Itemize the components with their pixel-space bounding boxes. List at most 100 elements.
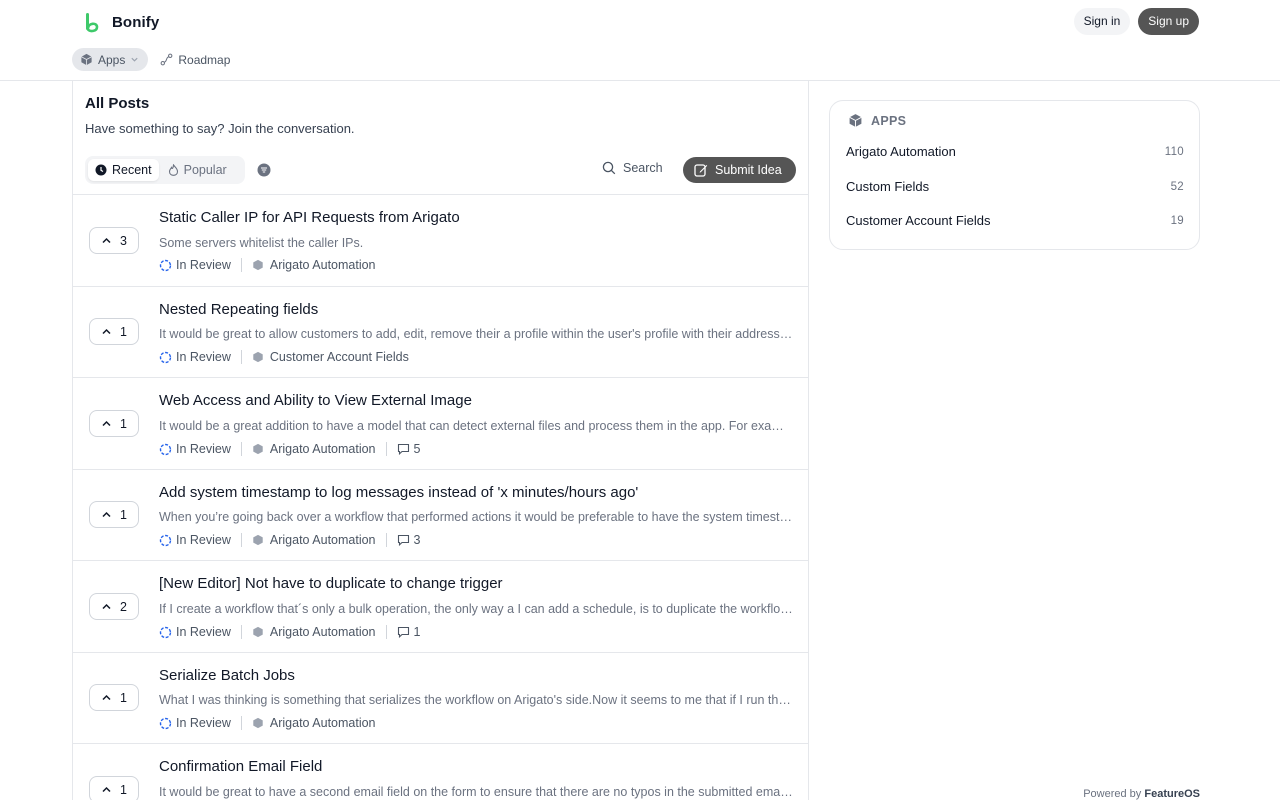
post-title[interactable]: Add system timestamp to log messages ins… — [159, 484, 638, 501]
apps-heading: APPS — [848, 113, 906, 128]
post-board[interactable]: Arigato Automation — [252, 258, 376, 272]
app-row[interactable]: Arigato Automation 110 — [846, 144, 1184, 159]
in-review-icon — [159, 534, 172, 547]
comment-icon — [397, 443, 410, 455]
upvote-button[interactable]: 2 — [89, 593, 139, 620]
post-title[interactable]: Static Caller IP for API Requests from A… — [159, 209, 460, 226]
in-review-icon — [159, 351, 172, 364]
nav-roadmap-link[interactable]: Roadmap — [152, 48, 238, 71]
sort-popular-label: Popular — [183, 163, 227, 177]
post-item[interactable]: 3 Static Caller IP for API Requests from… — [73, 195, 808, 287]
post-description: It would be a great addition to have a m… — [159, 419, 793, 433]
post-meta: In Review Arigato Automation — [159, 715, 376, 731]
post-item[interactable]: 1 Web Access and Ability to View Externa… — [73, 378, 808, 470]
bonify-logo-icon — [86, 13, 99, 33]
post-description: It would be great to have a second email… — [159, 785, 793, 799]
vote-count: 1 — [120, 507, 127, 522]
post-description: When you’re going back over a workflow t… — [159, 510, 793, 524]
powered-by-link[interactable]: Powered by FeatureOS — [1083, 788, 1200, 800]
post-board[interactable]: Customer Account Fields — [252, 350, 409, 364]
app-count: 19 — [1170, 214, 1184, 227]
posts-header: All Posts Have something to say? Join th… — [73, 81, 808, 195]
post-title[interactable]: Confirmation Email Field — [159, 758, 322, 775]
edit-icon — [694, 163, 708, 177]
post-comments[interactable]: 1 — [397, 625, 420, 639]
comment-count: 3 — [413, 533, 421, 547]
post-title[interactable]: [New Editor] Not have to duplicate to ch… — [159, 575, 503, 592]
sub-navigation: Apps Roadmap — [72, 48, 238, 71]
meta-divider — [385, 442, 387, 456]
sign-in-button[interactable]: Sign in — [1073, 8, 1131, 35]
upvote-button[interactable]: 1 — [89, 501, 139, 528]
upvote-button[interactable]: 1 — [89, 776, 139, 800]
apps-heading-label: APPS — [871, 113, 907, 128]
post-comments[interactable]: 5 — [397, 442, 421, 456]
cube-icon — [80, 53, 93, 66]
post-status: In Review — [159, 716, 231, 730]
post-item[interactable]: 1 Nested Repeating fields It would be gr… — [73, 287, 808, 378]
post-status-label: In Review — [176, 442, 231, 456]
post-board[interactable]: Arigato Automation — [252, 442, 376, 456]
sort-recent-label: Recent — [112, 163, 152, 177]
sort-popular-button[interactable]: Popular — [161, 159, 234, 181]
submit-idea-label: Submit Idea — [715, 163, 782, 177]
posts-panel: All Posts Have something to say? Join th… — [72, 81, 809, 800]
submit-idea-button[interactable]: Submit Idea — [683, 157, 796, 183]
app-name: Custom Fields — [846, 179, 930, 194]
in-review-icon — [159, 626, 172, 639]
sort-recent-button[interactable]: Recent — [88, 159, 159, 181]
brand[interactable]: Bonify — [84, 11, 159, 33]
sign-up-button[interactable]: Sign up — [1138, 8, 1199, 35]
post-status-label: In Review — [176, 533, 231, 547]
nav-apps-dropdown[interactable]: Apps — [72, 48, 149, 71]
post-board-label: Arigato Automation — [269, 442, 376, 456]
post-description: If I create a workflow that´s only a bul… — [159, 602, 793, 616]
search-label: Search — [623, 161, 663, 175]
comment-count: 5 — [413, 442, 421, 456]
meta-divider — [240, 258, 242, 272]
nav-apps-label: Apps — [98, 52, 126, 67]
post-status: In Review — [159, 350, 231, 364]
in-review-icon — [159, 259, 172, 272]
post-board[interactable]: Arigato Automation — [252, 533, 376, 547]
post-board[interactable]: Arigato Automation — [252, 625, 376, 639]
post-meta: In Review Arigato Automation 5 — [159, 441, 420, 457]
comment-icon — [397, 534, 410, 546]
cube-icon — [252, 351, 264, 363]
post-description: It would be great to allow customers to … — [159, 327, 793, 341]
chevron-up-icon — [101, 326, 112, 337]
upvote-button[interactable]: 1 — [89, 684, 139, 711]
post-title[interactable]: Nested Repeating fields — [159, 301, 318, 318]
post-title[interactable]: Web Access and Ability to View External … — [159, 392, 472, 409]
app-name: Arigato Automation — [846, 144, 956, 159]
search-button[interactable]: Search — [602, 161, 663, 175]
upvote-button[interactable]: 1 — [89, 318, 139, 345]
upvote-button[interactable]: 3 — [89, 227, 139, 254]
upvote-button[interactable]: 1 — [89, 410, 139, 437]
post-status: In Review — [159, 533, 231, 547]
app-row[interactable]: Custom Fields 52 — [846, 179, 1184, 194]
filter-icon[interactable] — [257, 163, 271, 177]
post-title[interactable]: Serialize Batch Jobs — [159, 667, 295, 684]
app-count: 110 — [1164, 145, 1184, 158]
meta-divider — [240, 625, 242, 639]
post-item[interactable]: 1 Confirmation Email Field It would be g… — [73, 744, 808, 800]
post-board[interactable]: Arigato Automation — [252, 716, 376, 730]
post-board-label: Arigato Automation — [269, 716, 376, 730]
post-item[interactable]: 2 [New Editor] Not have to duplicate to … — [73, 561, 808, 653]
post-status: In Review — [159, 442, 231, 456]
chevron-up-icon — [101, 784, 112, 795]
post-meta: In Review Arigato Automation 3 — [159, 532, 420, 548]
chevron-up-icon — [101, 509, 112, 520]
post-item[interactable]: 1 Serialize Batch Jobs What I was thinki… — [73, 653, 808, 744]
post-description: Some servers whitelist the caller IPs. — [159, 236, 364, 250]
post-item[interactable]: 1 Add system timestamp to log messages i… — [73, 470, 808, 561]
flame-icon — [168, 164, 179, 176]
post-status-label: In Review — [176, 716, 231, 730]
app-row[interactable]: Customer Account Fields 19 — [846, 213, 1184, 228]
post-status-label: In Review — [176, 258, 231, 272]
post-comments[interactable]: 3 — [397, 533, 421, 547]
chevron-up-icon — [101, 235, 112, 246]
app-count: 52 — [1170, 180, 1184, 193]
comment-icon — [397, 626, 410, 638]
